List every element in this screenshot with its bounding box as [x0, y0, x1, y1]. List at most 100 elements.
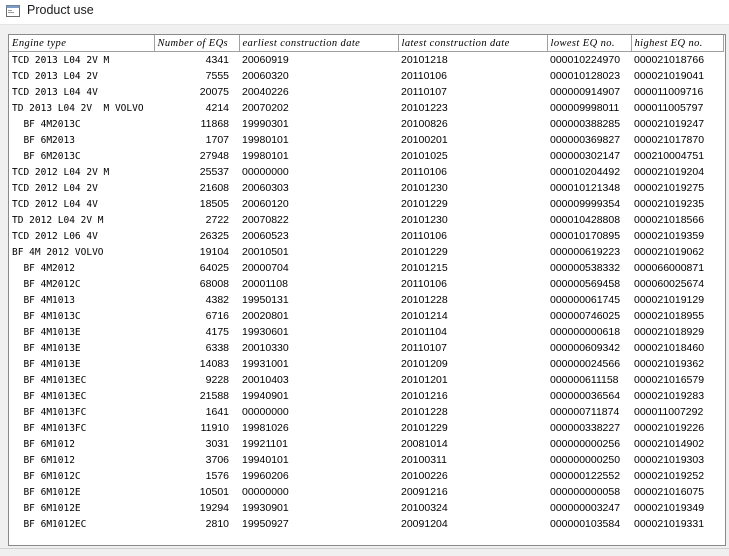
table-row[interactable]: BF 6M1012 3706 19940101 20100311 00000000025… [9, 452, 723, 468]
table-row[interactable]: BF 6M2013C 27948 19980101 20101025 000000302… [9, 148, 723, 164]
eq-count-cell: 4214 [205, 102, 229, 114]
engine-type-cell: BF 6M1012 [12, 454, 75, 466]
highest-eq-cell: 000021016075 [634, 486, 705, 498]
table-row[interactable]: BF 4M2012C 68008 20001108 20110106 000000569… [9, 276, 723, 292]
engine-type-cell: TD 2012 L04 2V M [12, 214, 104, 226]
table-row[interactable]: TD 2012 L04 2V M 2722 20070822 20101230 0000… [9, 212, 723, 228]
lowest-eq-cell: 000000569458 [550, 278, 621, 290]
lowest-eq-cell: 000000711874 [550, 406, 620, 418]
earliest-date-cell: 19981026 [242, 422, 289, 434]
earliest-date-cell: 19950131 [242, 294, 289, 306]
lowest-eq-cell: 000010224970 [550, 54, 621, 66]
earliest-date-cell: 20070822 [242, 214, 289, 226]
table-row[interactable]: TCD 2013 L04 2V M 4341 20060919 20101218 000… [9, 52, 723, 69]
earliest-date-cell: 20001108 [242, 278, 288, 290]
lowest-eq-cell: 000010121348 [550, 182, 621, 194]
table-row[interactable]: BF 6M2013 1707 19980101 20100201 00000036982… [9, 132, 723, 148]
lowest-eq-cell: 000000914907 [550, 86, 621, 98]
table-row[interactable]: BF 4M1013EC 9228 20010403 20101201 000000611… [9, 372, 723, 388]
table-row[interactable]: TCD 2012 L04 2V M 25537 00000000 20110106 00… [9, 164, 723, 180]
engine-type-cell: BF 6M2013C [12, 150, 81, 162]
latest-date-cell: 20101229 [401, 422, 448, 434]
earliest-date-cell: 19930901 [242, 502, 289, 514]
lowest-eq-cell: 000000302147 [550, 150, 621, 162]
table-row[interactable]: BF 4M1013C 6716 20020801 20101214 0000007460… [9, 308, 723, 324]
earliest-date-cell: 20060303 [242, 182, 289, 194]
latest-date-cell: 20101228 [401, 294, 448, 306]
app-icon [6, 5, 20, 17]
highest-eq-cell: 000021019331 [634, 518, 705, 530]
table-row[interactable]: BF 4M1013FC 1641 00000000 20101228 000000711… [9, 404, 723, 420]
table-row[interactable]: BF 4M1013E 14083 19931001 20101209 000000024… [9, 356, 723, 372]
latest-date-cell: 20091216 [401, 486, 448, 498]
table-row[interactable]: TCD 2013 L04 2V 7555 20060320 20110106 00001… [9, 68, 723, 84]
column-header-earliest-construction-date[interactable]: earliest construction date [239, 35, 399, 52]
highest-eq-cell: 000021014902 [634, 438, 705, 450]
lowest-eq-cell: 000000619223 [550, 246, 621, 258]
highest-eq-cell: 000021016579 [634, 374, 705, 386]
header-row: Engine type Number of EQs earliest const… [9, 35, 724, 52]
lowest-eq-cell: 000000003247 [550, 502, 621, 514]
eq-count-cell: 4175 [205, 326, 229, 338]
table-row[interactable]: BF 4M2012 64025 20000704 20101215 0000005383… [9, 260, 723, 276]
column-header-engine-type[interactable]: Engine type [9, 35, 155, 52]
table-row[interactable]: BF 6M1012E 10501 00000000 20091216 000000000… [9, 484, 723, 500]
table-row[interactable]: BF 6M1012C 1576 19960206 20100226 0000001225… [9, 468, 723, 484]
column-header-latest-construction-date[interactable]: latest construction date [398, 35, 548, 52]
earliest-date-cell: 20020801 [242, 310, 289, 322]
status-divider [0, 548, 729, 549]
earliest-date-cell: 20060320 [242, 70, 289, 82]
engine-type-cell: BF 6M1012C [12, 470, 81, 482]
table-row[interactable]: TCD 2013 L04 4V 20075 20040226 20110107 0000… [9, 84, 723, 100]
table-row[interactable]: BF 6M1012E 19294 19930901 20100324 000000003… [9, 500, 723, 516]
title-bar: Product use [0, 0, 729, 25]
table-row[interactable]: BF 4M 2012 VOLVO 19104 20010501 20101229 000… [9, 244, 723, 260]
table-row[interactable]: BF 4M1013E 4175 19930601 20101104 0000000006… [9, 324, 723, 340]
table-row[interactable]: BF 4M1013 4382 19950131 20101228 00000006174… [9, 292, 723, 308]
table-row[interactable]: BF 6M1012EC 2810 19950927 20091204 000000103… [9, 516, 723, 532]
table-row[interactable]: BF 6M1012 3031 19921101 20081014 00000000025… [9, 436, 723, 452]
table-row[interactable]: BF 4M1013FC 11910 19981026 20101229 00000033… [9, 420, 723, 436]
lowest-eq-cell: 000000122552 [550, 470, 621, 482]
latest-date-cell: 20101229 [401, 246, 448, 258]
table-row[interactable]: BF 4M1013EC 21588 19940901 20101216 00000003… [9, 388, 723, 404]
eq-count-cell: 11868 [200, 118, 229, 130]
latest-date-cell: 20110107 [401, 86, 447, 98]
latest-date-cell: 20101230 [401, 214, 448, 226]
eq-count-cell: 1707 [205, 134, 229, 146]
table-row[interactable]: TCD 2012 L04 4V 18505 20060120 20101229 0000… [9, 196, 723, 212]
latest-date-cell: 20101229 [401, 198, 448, 210]
column-header-number-of-eqs[interactable]: Number of EQs [154, 35, 240, 52]
eq-count-cell: 9228 [205, 374, 229, 386]
product-use-table[interactable]: Engine type Number of EQs earliest const… [8, 34, 726, 546]
engine-type-cell: BF 4M2012 [12, 262, 75, 274]
highest-eq-cell: 000021019226 [634, 422, 705, 434]
lowest-eq-cell: 000000388285 [550, 118, 621, 130]
highest-eq-cell: 000011007292 [634, 406, 704, 418]
engine-type-cell: BF 4M1013FC [12, 422, 87, 434]
lowest-eq-cell: 000000000250 [550, 454, 621, 466]
earliest-date-cell: 20010501 [242, 246, 289, 258]
column-header-highest-eq-no[interactable]: highest EQ no. [631, 35, 724, 52]
highest-eq-cell: 000021017870 [634, 134, 705, 146]
latest-date-cell: 20101230 [401, 182, 448, 194]
earliest-date-cell: 19980101 [242, 134, 289, 146]
engine-type-cell: TCD 2012 L04 2V [12, 182, 98, 194]
eq-count-cell: 18505 [199, 198, 229, 210]
highest-eq-cell: 000060025674 [634, 278, 705, 290]
table-row[interactable]: TCD 2012 L04 2V 21608 20060303 20101230 0000… [9, 180, 723, 196]
engine-type-cell: TCD 2012 L04 2V M [12, 166, 110, 178]
table-row[interactable]: BF 4M2013C 11868 19990301 20100826 000000388… [9, 116, 723, 132]
eq-count-cell: 11910 [200, 422, 229, 434]
engine-type-cell: BF 4M2013C [12, 118, 81, 130]
engine-type-cell: BF 6M1012E [12, 502, 81, 514]
table-row[interactable]: TCD 2012 L06 4V 26325 20060523 20110106 0000… [9, 228, 723, 244]
highest-eq-cell: 000021019235 [634, 198, 705, 210]
table-row[interactable]: TD 2013 L04 2V M VOLVO 4214 20070202 201012… [9, 100, 723, 116]
table-row[interactable]: BF 4M1013E 6338 20010330 20110107 0000006093… [9, 340, 723, 356]
column-header-lowest-eq-no[interactable]: lowest EQ no. [547, 35, 632, 52]
latest-date-cell: 20100826 [401, 118, 448, 130]
eq-count-cell: 3031 [205, 438, 229, 450]
engine-type-cell: BF 4M1013EC [12, 374, 87, 386]
highest-eq-cell: 000021018929 [634, 326, 705, 338]
